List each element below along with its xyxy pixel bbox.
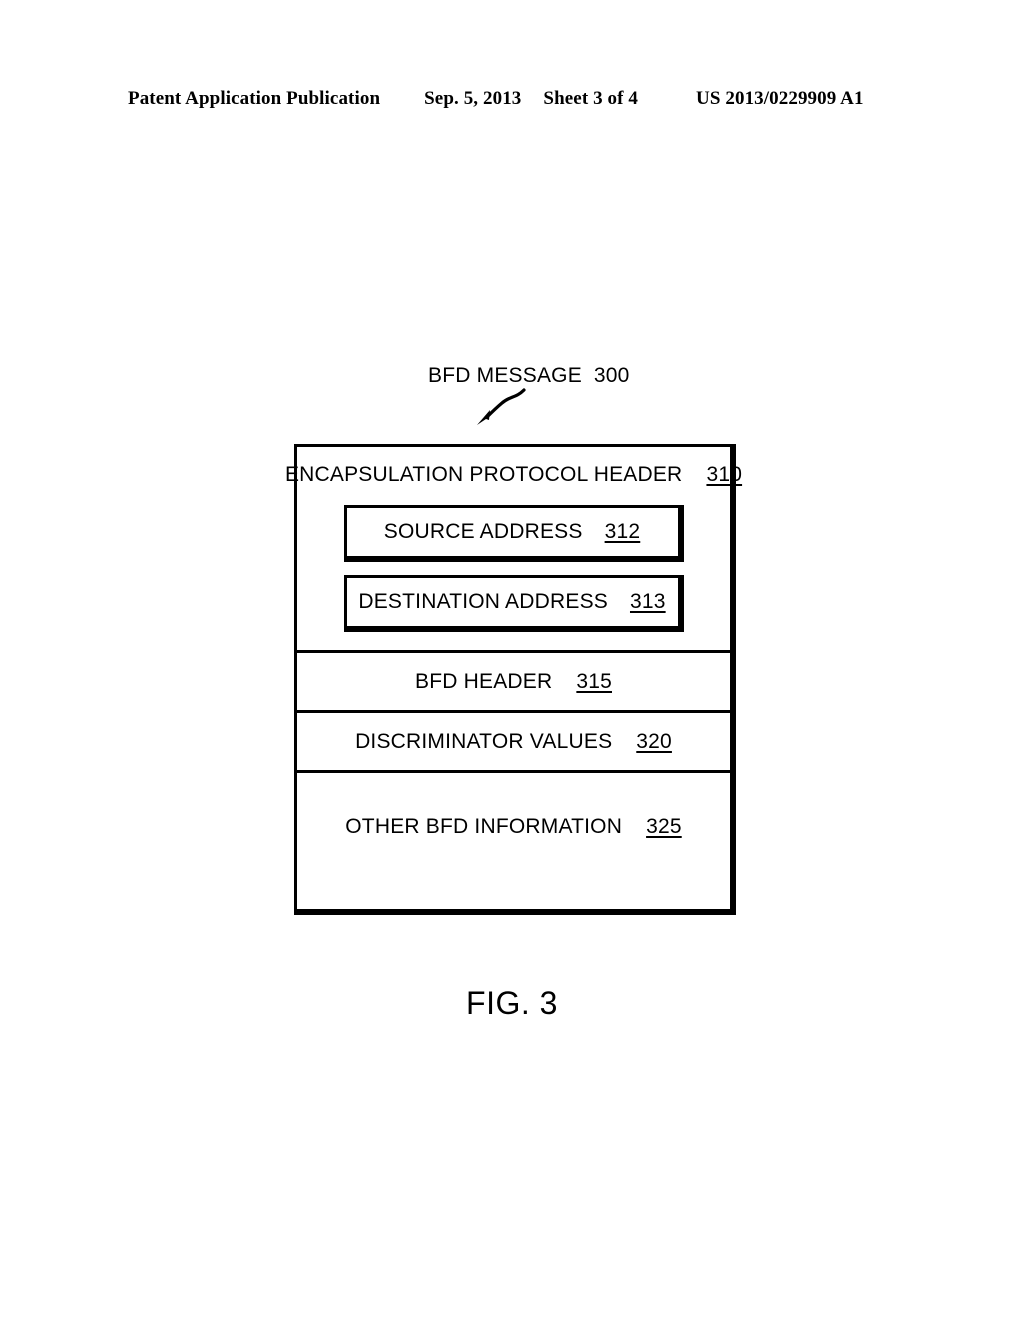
bfd-message-box: ENCAPSULATION PROTOCOL HEADER 310 SOURCE… xyxy=(285,444,742,915)
section-discriminator-values: DISCRIMINATOR VALUES 320 xyxy=(297,710,730,770)
section-other-bfd-information: OTHER BFD INFORMATION 325 xyxy=(297,770,730,909)
encapsulation-protocol-header-ref: 310 xyxy=(706,463,743,486)
section-encapsulation-protocol-header: ENCAPSULATION PROTOCOL HEADER 310 SOURCE… xyxy=(285,447,742,650)
destination-address-box: DESTINATION ADDRESS 313 xyxy=(343,575,684,632)
encapsulation-protocol-header-label: ENCAPSULATION PROTOCOL HEADER xyxy=(284,463,683,486)
patent-figure: BFD MESSAGE 300 ENCAPSULATION PROTOCOL HE… xyxy=(0,0,1024,1320)
bfd-header-ref: 315 xyxy=(576,669,612,693)
other-bfd-information-label: OTHER BFD INFORMATION xyxy=(345,815,623,838)
other-bfd-information-row: OTHER BFD INFORMATION 325 xyxy=(345,815,681,839)
section-bfd-header: BFD HEADER 315 xyxy=(297,650,730,710)
discriminator-values-row: DISCRIMINATOR VALUES 320 xyxy=(355,730,672,754)
discriminator-values-ref: 320 xyxy=(636,729,672,753)
discriminator-values-label: DISCRIMINATOR VALUES xyxy=(355,729,613,753)
bfd-header-label: BFD HEADER xyxy=(415,669,553,693)
callout-label-bfd-message: BFD MESSAGE 300 xyxy=(428,364,630,388)
destination-address-label: DESTINATION ADDRESS xyxy=(358,590,608,613)
destination-address-ref: 313 xyxy=(629,590,666,613)
source-address-ref: 312 xyxy=(604,520,641,543)
other-bfd-information-ref: 325 xyxy=(646,815,682,838)
source-address-label: SOURCE ADDRESS xyxy=(383,520,583,543)
callout-arrow-icon xyxy=(477,388,526,425)
callout-label-text: BFD MESSAGE xyxy=(428,364,582,387)
figure-caption: FIG. 3 xyxy=(466,985,558,1021)
bfd-header-row: BFD HEADER 315 xyxy=(415,670,612,694)
encapsulation-protocol-header-row: ENCAPSULATION PROTOCOL HEADER 310 xyxy=(285,463,742,487)
destination-address-row: DESTINATION ADDRESS 313 xyxy=(358,590,665,614)
callout-reference-number: 300 xyxy=(593,364,630,387)
source-address-box: SOURCE ADDRESS 312 xyxy=(343,505,684,562)
source-address-row: SOURCE ADDRESS 312 xyxy=(384,520,641,544)
